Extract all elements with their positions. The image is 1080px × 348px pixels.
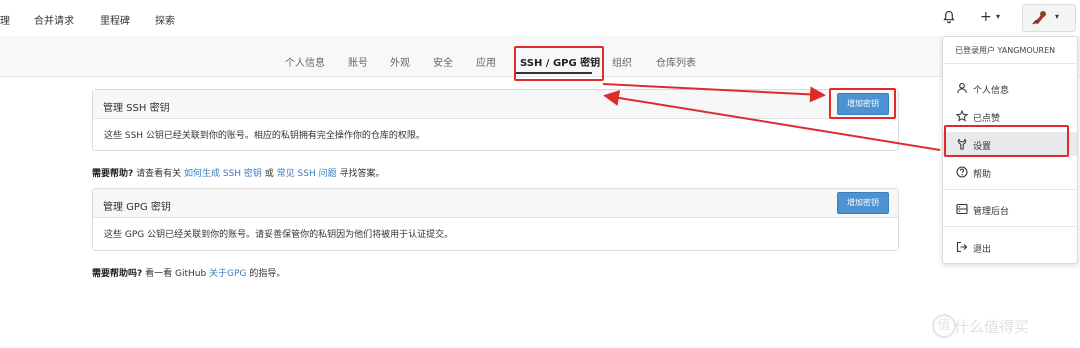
ssh-help-text: 需要帮助? 请查看有关 如何生成 SSH 密钥 或 常见 SSH 问题 寻找答案… bbox=[92, 166, 385, 179]
annotation-highlight-tab bbox=[514, 46, 604, 81]
ssh-panel-title: 管理 SSH 密钥 bbox=[103, 103, 170, 114]
menu-item-label: 帮助 bbox=[973, 170, 992, 180]
nav-item-milestones[interactable]: 里程碑 bbox=[100, 12, 130, 27]
watermark-text: 什么值得买 bbox=[954, 318, 1030, 336]
menu-item-label: 个人信息 bbox=[973, 86, 1010, 96]
menu-item-label: 退出 bbox=[973, 245, 992, 255]
tab-profile[interactable]: 个人信息 bbox=[285, 54, 325, 69]
menu-item-site-admin[interactable]: 管理后台 bbox=[943, 197, 1077, 221]
annotation-highlight-settings bbox=[944, 125, 1069, 157]
help-text: 请查看有关 bbox=[136, 169, 182, 179]
tab-applications[interactable]: 应用 bbox=[476, 54, 496, 69]
menu-divider bbox=[943, 189, 1077, 190]
user-menu-button[interactable]: ▾ bbox=[1022, 4, 1076, 32]
create-new-button[interactable]: + bbox=[980, 9, 992, 25]
menu-item-profile[interactable]: 个人信息 bbox=[943, 76, 1077, 100]
add-gpg-key-button[interactable]: 增加密钥 bbox=[837, 192, 889, 214]
ssh-keys-panel: 管理 SSH 密钥 增加密钥 这些 SSH 公钥已经关联到你的账号。相应的私钥拥… bbox=[92, 89, 899, 151]
tab-account[interactable]: 账号 bbox=[348, 54, 368, 69]
help-icon bbox=[956, 166, 968, 178]
nav-item-explore[interactable]: 探索 bbox=[155, 12, 175, 27]
avatar bbox=[1031, 9, 1049, 27]
menu-item-label: 管理后台 bbox=[973, 207, 1010, 217]
tab-security[interactable]: 安全 bbox=[433, 54, 453, 69]
menu-divider bbox=[943, 63, 1077, 64]
help-text: 或 bbox=[264, 169, 274, 179]
common-ssh-issues-link[interactable]: 常见 SSH 问题 bbox=[277, 169, 337, 179]
menu-item-sign-out[interactable]: 退出 bbox=[943, 235, 1077, 259]
help-text: 的指导。 bbox=[249, 269, 286, 279]
gpg-panel-header: 管理 GPG 密钥 增加密钥 bbox=[93, 189, 898, 218]
annotation-highlight-add-button bbox=[829, 88, 896, 119]
help-text: 寻找答案。 bbox=[339, 169, 385, 179]
nav-item-partial[interactable]: 理 bbox=[0, 12, 10, 27]
generate-ssh-key-link[interactable]: 如何生成 SSH 密钥 bbox=[184, 169, 262, 179]
signout-icon bbox=[956, 241, 968, 253]
person-icon bbox=[956, 82, 968, 94]
gpg-panel-description: 这些 GPG 公钥已经关联到你的账号。请妥善保管你的私钥因为他们将被用于认证提交… bbox=[104, 230, 454, 240]
gpg-help-text: 需要帮助吗? 看一看 GitHub 关于GPG 的指导。 bbox=[92, 266, 285, 279]
about-gpg-link[interactable]: 关于GPG bbox=[209, 269, 246, 279]
bell-icon[interactable] bbox=[941, 9, 957, 25]
help-text: 看一看 GitHub bbox=[145, 269, 207, 279]
menu-divider bbox=[943, 226, 1077, 227]
gpg-panel-title: 管理 GPG 密钥 bbox=[103, 202, 171, 213]
server-icon bbox=[956, 203, 968, 215]
tab-appearance[interactable]: 外观 bbox=[390, 54, 410, 69]
help-label: 需要帮助? bbox=[92, 169, 134, 179]
tab-repositories[interactable]: 仓库列表 bbox=[656, 54, 696, 69]
ssh-panel-header: 管理 SSH 密钥 增加密钥 bbox=[93, 90, 898, 119]
nav-item-pull-requests[interactable]: 合并请求 bbox=[34, 12, 74, 27]
top-navbar: 理 合并请求 里程碑 探索 + ▾ ▾ bbox=[0, 0, 1080, 37]
chevron-down-icon[interactable]: ▾ bbox=[996, 12, 1000, 21]
help-label: 需要帮助吗? bbox=[92, 269, 143, 279]
signed-in-user-label: 已登录用户 YANGMOUREN bbox=[955, 46, 1056, 55]
menu-item-help[interactable]: 帮助 bbox=[943, 160, 1077, 184]
menu-item-label: 已点赞 bbox=[973, 114, 1001, 124]
star-icon bbox=[955, 109, 969, 122]
chevron-down-icon: ▾ bbox=[1055, 12, 1060, 21]
watermark-badge-icon: 值 bbox=[932, 314, 956, 338]
tab-organizations[interactable]: 组织 bbox=[612, 54, 632, 69]
gpg-keys-panel: 管理 GPG 密钥 增加密钥 这些 GPG 公钥已经关联到你的账号。请妥善保管你… bbox=[92, 188, 899, 251]
ssh-panel-description: 这些 SSH 公钥已经关联到你的账号。相应的私钥拥有完全操作你的仓库的权限。 bbox=[104, 131, 425, 141]
